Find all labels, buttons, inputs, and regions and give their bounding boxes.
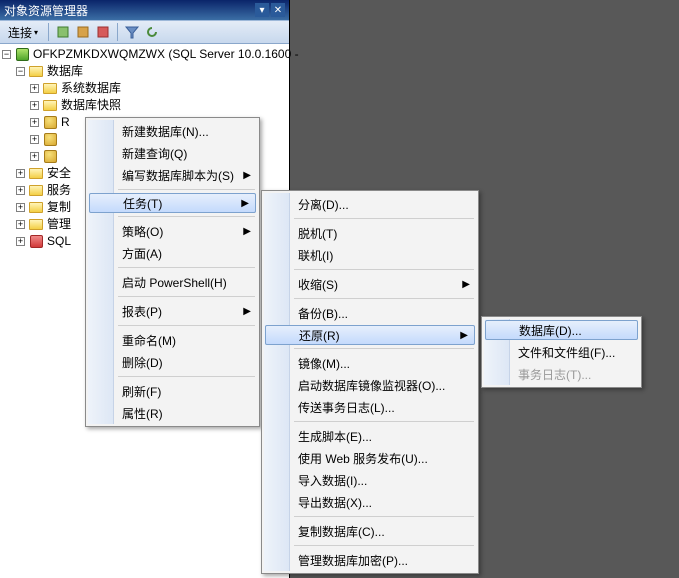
menu-mirror[interactable]: 镜像(M)... xyxy=(264,352,476,374)
menu-import-data[interactable]: 导入数据(I)... xyxy=(264,469,476,491)
tree-label: 复制 xyxy=(47,199,71,216)
folder-icon xyxy=(29,66,43,77)
server-icon xyxy=(16,48,29,61)
folder-icon xyxy=(43,83,57,94)
menu-refresh[interactable]: 刷新(F) xyxy=(88,380,257,402)
menu-facets[interactable]: 方面(A) xyxy=(88,242,257,264)
menu-start-powershell[interactable]: 启动 PowerShell(H) xyxy=(88,271,257,293)
toolbar: 连接 ▾ xyxy=(0,20,289,44)
menu-separator xyxy=(294,516,474,517)
filter-icon[interactable] xyxy=(124,24,140,40)
menu-script-as[interactable]: 编写数据库脚本为(S)▶ xyxy=(88,164,257,186)
menu-restore-database[interactable]: 数据库(D)... xyxy=(485,320,638,340)
chevron-down-icon: ▾ xyxy=(34,28,38,37)
menu-shrink[interactable]: 收缩(S)▶ xyxy=(264,273,476,295)
menu-rename[interactable]: 重命名(M) xyxy=(88,329,257,351)
menu-separator xyxy=(294,298,474,299)
menu-take-offline[interactable]: 脱机(T) xyxy=(264,222,476,244)
menu-separator xyxy=(118,376,255,377)
connect-label: 连接 xyxy=(8,24,32,41)
submenu-arrow-icon: ▶ xyxy=(243,306,251,317)
menu-policies[interactable]: 策略(O)▶ xyxy=(88,220,257,242)
tree-snapshots-node[interactable]: + 数据库快照 xyxy=(0,97,289,114)
menu-generate-scripts[interactable]: 生成脚本(E)... xyxy=(264,425,476,447)
menu-new-query[interactable]: 新建查询(Q) xyxy=(88,142,257,164)
menu-restore[interactable]: 还原(R)▶ xyxy=(265,325,475,345)
database-icon xyxy=(44,116,57,129)
folder-icon xyxy=(29,185,43,196)
submenu-arrow-icon: ▶ xyxy=(243,170,251,181)
menu-properties[interactable]: 属性(R) xyxy=(88,402,257,424)
menu-separator xyxy=(294,269,474,270)
tree-label: 服务 xyxy=(47,182,71,199)
folder-icon xyxy=(29,219,43,230)
tree-label: 数据库 xyxy=(47,63,83,80)
tree-label: 安全 xyxy=(47,165,71,182)
tree-label: 管理 xyxy=(47,216,71,233)
dropdown-icon[interactable]: ▾ xyxy=(255,3,269,17)
stop-icon[interactable] xyxy=(95,24,111,40)
submenu-arrow-icon: ▶ xyxy=(241,198,249,209)
menu-backup[interactable]: 备份(B)... xyxy=(264,302,476,324)
context-menu-tasks: 分离(D)... 脱机(T) 联机(I) 收缩(S)▶ 备份(B)... 还原(… xyxy=(261,190,479,574)
context-menu-restore: 数据库(D)... 文件和文件组(F)... 事务日志(T)... xyxy=(481,316,642,388)
connect-button[interactable]: 连接 ▾ xyxy=(4,23,42,42)
database-icon xyxy=(44,133,57,146)
close-icon[interactable]: ✕ xyxy=(271,3,285,17)
folder-icon xyxy=(29,168,43,179)
tree-databases-node[interactable]: − 数据库 xyxy=(0,63,289,80)
menu-separator xyxy=(118,325,255,326)
menu-separator xyxy=(118,267,255,268)
menu-tasks[interactable]: 任务(T)▶ xyxy=(89,193,256,213)
menu-delete[interactable]: 删除(D) xyxy=(88,351,257,373)
tree-label: 数据库快照 xyxy=(61,97,121,114)
menu-separator xyxy=(118,189,255,190)
toolbar-divider xyxy=(48,23,49,41)
panel-titlebar: 对象资源管理器 ▾ ✕ xyxy=(0,0,289,20)
panel-title: 对象资源管理器 xyxy=(4,2,88,19)
menu-ship-transaction-logs[interactable]: 传送事务日志(L)... xyxy=(264,396,476,418)
menu-bring-online[interactable]: 联机(I) xyxy=(264,244,476,266)
connect-server-icon[interactable] xyxy=(55,24,71,40)
tree-label: OFKPZMKDXWQMZWX (SQL Server 10.0.1600 - xyxy=(33,46,299,63)
tree-label: SQL xyxy=(47,233,71,250)
menu-export-data[interactable]: 导出数据(X)... xyxy=(264,491,476,513)
menu-copy-database[interactable]: 复制数据库(C)... xyxy=(264,520,476,542)
refresh-icon[interactable] xyxy=(144,24,160,40)
submenu-arrow-icon: ▶ xyxy=(460,330,468,341)
submenu-arrow-icon: ▶ xyxy=(462,279,470,290)
sql-agent-icon xyxy=(30,235,43,248)
menu-separator xyxy=(294,348,474,349)
menu-detach[interactable]: 分离(D)... xyxy=(264,193,476,215)
tree-label: 系统数据库 xyxy=(61,80,121,97)
tree-server-node[interactable]: − OFKPZMKDXWQMZWX (SQL Server 10.0.1600 … xyxy=(0,46,289,63)
menu-restore-files-filegroups[interactable]: 文件和文件组(F)... xyxy=(484,341,639,363)
submenu-arrow-icon: ▶ xyxy=(243,226,251,237)
menu-new-database[interactable]: 新建数据库(N)... xyxy=(88,120,257,142)
toolbar-divider xyxy=(117,23,118,41)
menu-separator xyxy=(294,218,474,219)
menu-separator xyxy=(118,296,255,297)
disconnect-icon[interactable] xyxy=(75,24,91,40)
tree-label: R xyxy=(61,114,70,131)
menu-separator xyxy=(294,545,474,546)
menu-separator xyxy=(118,216,255,217)
menu-manage-encryption[interactable]: 管理数据库加密(P)... xyxy=(264,549,476,571)
database-icon xyxy=(44,150,57,163)
folder-icon xyxy=(43,100,57,111)
menu-publish-web[interactable]: 使用 Web 服务发布(U)... xyxy=(264,447,476,469)
menu-separator xyxy=(294,421,474,422)
panel-window-controls: ▾ ✕ xyxy=(255,3,285,17)
menu-launch-mirror-monitor[interactable]: 启动数据库镜像监视器(O)... xyxy=(264,374,476,396)
menu-restore-transaction-log: 事务日志(T)... xyxy=(484,363,639,385)
menu-reports[interactable]: 报表(P)▶ xyxy=(88,300,257,322)
context-menu-database: 新建数据库(N)... 新建查询(Q) 编写数据库脚本为(S)▶ 任务(T)▶ … xyxy=(85,117,260,427)
tree-sysdb-node[interactable]: + 系统数据库 xyxy=(0,80,289,97)
folder-icon xyxy=(29,202,43,213)
